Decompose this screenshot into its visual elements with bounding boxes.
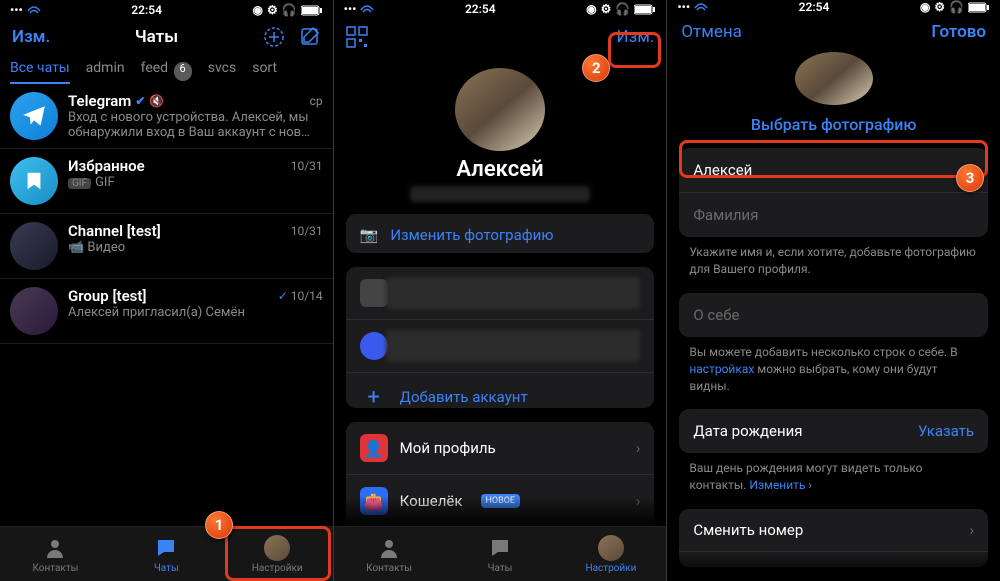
new-contact-icon[interactable] (263, 26, 285, 48)
cancel-button[interactable]: Отмена (681, 22, 742, 42)
tab-settings[interactable]: Настройки (555, 527, 666, 581)
panel-settings: ••• 22:54 ◉⚙🎧 Изм. Алексей 📷Изменить фот… (334, 0, 667, 581)
chat-row[interactable]: Channel [test]10/31 📹 Видео (0, 214, 333, 279)
camera-icon: 📷 (360, 226, 379, 244)
change-link[interactable]: Изменить (749, 478, 808, 492)
choose-photo-button[interactable]: Выбрать фотографию (751, 115, 917, 134)
panel-chats: ••• 22:54 ◉⚙🎧 Изм. Чаты Все чаты admin f… (0, 0, 333, 581)
tab-chats[interactable]: Чаты (445, 527, 556, 581)
tab-contacts[interactable]: Контакты (0, 527, 111, 581)
chat-row[interactable]: Telegram✔🔇ср Вход с нового устройства. А… (0, 84, 333, 149)
profile-avatar[interactable] (455, 68, 545, 150)
compose-icon[interactable] (299, 26, 321, 48)
last-name-input[interactable]: Фамилия (679, 192, 988, 237)
account-row-blurred[interactable] (346, 319, 655, 372)
about-input[interactable]: О себе (679, 293, 988, 337)
status-bar: ••• 22:54 ◉⚙🎧 (0, 0, 333, 20)
chats-header: Изм. Чаты (0, 20, 333, 54)
account-row-blurred[interactable] (346, 267, 655, 319)
plus-icon: + (360, 385, 388, 409)
username-row[interactable]: Имя пользователя› (679, 551, 988, 567)
chat-row[interactable]: Избранное10/31 GIFGIF (0, 149, 333, 214)
my-profile-row[interactable]: 👤Мой профиль› (346, 422, 655, 474)
change-number-row[interactable]: Сменить номер› (679, 509, 988, 551)
change-photo-button[interactable]: 📷Изменить фотографию (346, 214, 655, 252)
birthday-row[interactable]: Дата рожденияУказать (679, 409, 988, 453)
hint-birthday: Ваш день рождения могут видеть только ко… (667, 453, 1000, 501)
folder-admin[interactable]: admin (86, 60, 125, 84)
panel-edit-profile: ••• 22:54 ◉⚙🎧 Отмена Готово Выбрать фото… (667, 0, 1000, 581)
folder-sort[interactable]: sort (252, 60, 277, 84)
profile-name: Алексей (334, 157, 667, 182)
profile-avatar[interactable] (795, 52, 873, 105)
hint-name: Укажите имя и, если хотите, добавьте фот… (667, 237, 1000, 285)
status-bar: ••• 22:54 ◉⚙🎧 (334, 0, 667, 18)
wallet-row[interactable]: 👛КошелёкНОВОЕ› (346, 474, 655, 527)
chat-row[interactable]: Group [test]✓ 10/14 Алексей пригласил(а)… (0, 279, 333, 344)
status-bar: ••• 22:54 ◉⚙🎧 (667, 0, 1000, 14)
settings-link[interactable]: настройках (689, 362, 754, 376)
folder-all[interactable]: Все чаты (10, 60, 70, 84)
add-account-button[interactable]: +Добавить аккаунт (346, 372, 655, 409)
hint-about: Вы можете добавить несколько строк о себ… (667, 337, 1000, 401)
done-button[interactable]: Готово (931, 22, 986, 42)
header-title: Чаты (50, 27, 262, 47)
chat-list[interactable]: Telegram✔🔇ср Вход с нового устройства. А… (0, 84, 333, 526)
tab-contacts[interactable]: Контакты (334, 527, 445, 581)
folder-svcs[interactable]: svcs (208, 60, 236, 84)
tab-bar: Контакты Чаты Настройки (334, 526, 667, 581)
folder-feed[interactable]: feed 6 (141, 60, 192, 84)
profile-phone-blurred (410, 186, 590, 202)
folder-tabs: Все чаты admin feed 6 svcs sort (0, 54, 333, 84)
qr-icon[interactable] (346, 26, 368, 48)
edit-button[interactable]: Изм. (12, 27, 50, 47)
